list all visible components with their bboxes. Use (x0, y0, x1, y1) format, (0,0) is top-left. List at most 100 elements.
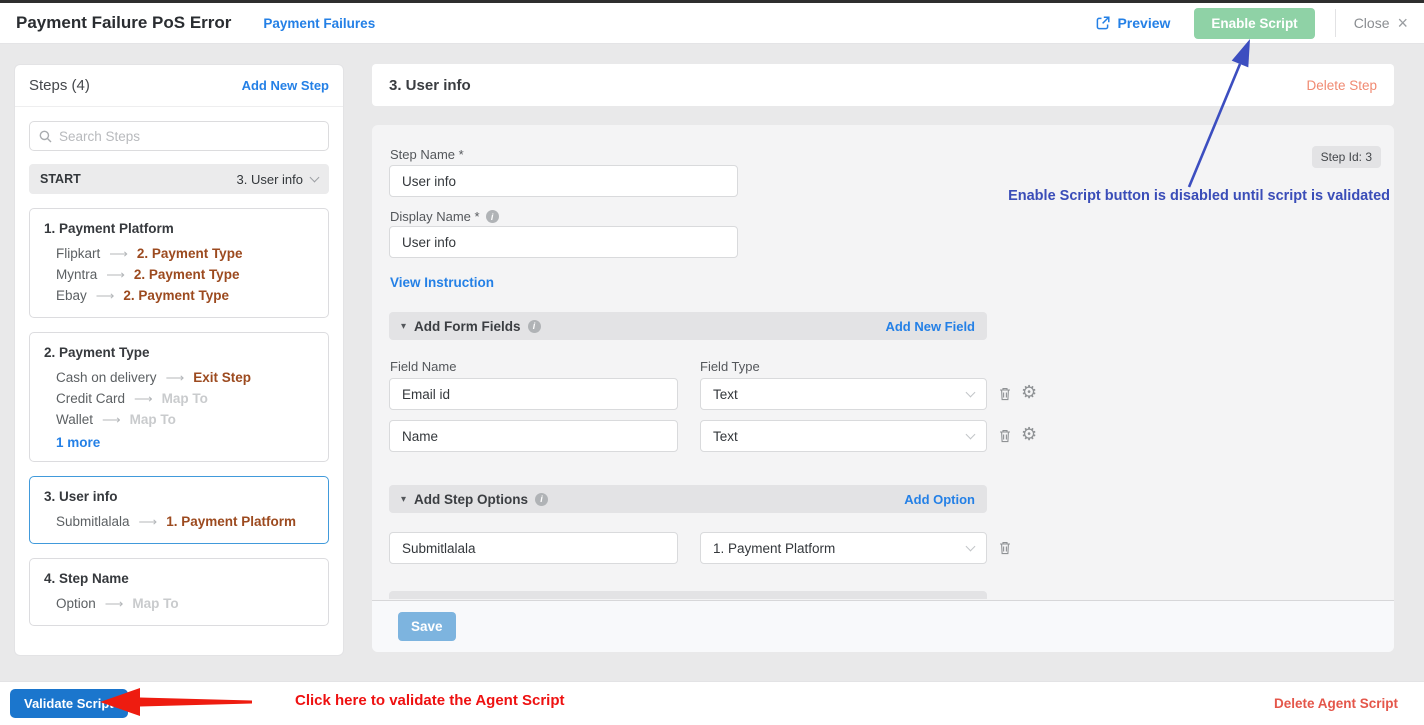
field-name-input[interactable] (389, 378, 678, 410)
steps-count-title: Steps (4) (29, 77, 90, 94)
preview-label: Preview (1117, 15, 1170, 31)
collapsed-section-bar-partial (389, 591, 987, 599)
close-label: Close (1354, 15, 1390, 31)
info-icon: i (486, 210, 499, 223)
field-type-select[interactable]: Text (700, 420, 987, 452)
option-target-select[interactable]: 1. Payment Platform (700, 532, 987, 564)
gear-icon: ⚙ (1021, 383, 1037, 401)
step-card-title: 2. Payment Type (44, 345, 314, 360)
display-name-input[interactable] (389, 226, 738, 258)
gear-icon: ⚙ (1021, 425, 1037, 443)
step-card-user-info[interactable]: 3. User info Submitlalala ⟶ 1. Payment P… (29, 476, 329, 544)
add-form-fields-section-bar[interactable]: ▾ Add Form Fields i Add New Field (389, 312, 987, 340)
steps-header: Steps (4) Add New Step (15, 65, 343, 107)
topbar-actions: Preview Enable Script Close × (1096, 8, 1408, 39)
step-card-step-name[interactable]: 4. Step Name Option ⟶ Map To (29, 558, 329, 626)
start-step-value: 3. User info (237, 172, 303, 187)
step-card-payment-type[interactable]: 2. Payment Type Cash on delivery ⟶ Exit … (29, 332, 329, 462)
maps-to-arrow-icon: ⟶ (96, 288, 115, 304)
step-option-row: Ebay ⟶ 2. Payment Type (44, 285, 314, 306)
preview-icon (1096, 16, 1110, 30)
maps-to-arrow-icon: ⟶ (105, 596, 124, 612)
enable-script-button[interactable]: Enable Script (1194, 8, 1314, 39)
field-name-input[interactable] (389, 420, 678, 452)
step-option-row: Option ⟶ Map To (44, 593, 314, 614)
field-name-column-label: Field Name (390, 359, 456, 374)
info-icon: i (535, 493, 548, 506)
delete-option-button[interactable] (997, 540, 1013, 556)
delete-agent-script-link[interactable]: Delete Agent Script (1274, 696, 1398, 711)
option-target: 2. Payment Type (123, 288, 229, 303)
maps-to-arrow-icon: ⟶ (139, 514, 158, 530)
search-steps-input[interactable] (59, 129, 319, 144)
add-new-step-button[interactable]: Add New Step (242, 78, 329, 93)
view-instruction-link[interactable]: View Instruction (390, 275, 494, 290)
option-label-input[interactable] (389, 532, 678, 564)
step-detail-header: 3. User info Delete Step (372, 64, 1394, 106)
close-button[interactable]: Close × (1354, 14, 1408, 32)
option-target-unmapped: Map To (162, 391, 208, 406)
preview-button[interactable]: Preview (1096, 15, 1170, 31)
chevron-down-icon (966, 541, 976, 551)
caret-down-icon: ▾ (401, 321, 406, 332)
chevron-down-icon (966, 387, 976, 397)
delete-step-button[interactable]: Delete Step (1306, 78, 1377, 93)
chevron-down-icon (310, 172, 320, 182)
page-title: Payment Failure PoS Error (16, 13, 231, 33)
field-type-column-label: Field Type (700, 359, 760, 374)
step-name-input[interactable] (389, 165, 738, 197)
field-settings-button[interactable]: ⚙ (1021, 425, 1037, 443)
chevron-down-icon (966, 429, 976, 439)
show-more-options-link[interactable]: 1 more (56, 435, 314, 450)
option-target: 2. Payment Type (137, 246, 243, 261)
step-option-row: Wallet ⟶ Map To (44, 409, 314, 430)
step-detail-card: Step Id: 3 Step Name * Display Name * i … (372, 125, 1394, 652)
info-icon: i (528, 320, 541, 333)
close-icon: × (1397, 14, 1408, 32)
delete-field-button[interactable] (997, 386, 1013, 402)
breadcrumb[interactable]: Payment Failures (263, 16, 375, 31)
add-step-options-section-bar[interactable]: ▾ Add Step Options i Add Option (389, 485, 987, 513)
option-target: 1. Payment Platform (166, 514, 296, 529)
trash-icon (997, 540, 1013, 556)
maps-to-arrow-icon: ⟶ (166, 370, 185, 386)
step-option-row: Credit Card ⟶ Map To (44, 388, 314, 409)
step-option-row: Cash on delivery ⟶ Exit Step (44, 367, 314, 388)
steps-sidebar: Steps (4) Add New Step START 3. User inf… (14, 64, 344, 656)
start-label: START (40, 172, 81, 186)
bottom-action-bar: Validate Script Delete Agent Script (0, 681, 1424, 725)
step-card-title: 4. Step Name (44, 571, 314, 586)
step-id-badge: Step Id: 3 (1312, 146, 1381, 168)
step-option-row: Flipkart ⟶ 2. Payment Type (44, 243, 314, 264)
top-header: Payment Failure PoS Error Payment Failur… (0, 3, 1424, 44)
add-new-field-button[interactable]: Add New Field (885, 319, 975, 334)
option-target: Exit Step (193, 370, 251, 385)
step-option-row: Myntra ⟶ 2. Payment Type (44, 264, 314, 285)
trash-icon (997, 386, 1013, 402)
annotation-red-text: Click here to validate the Agent Script (295, 692, 565, 709)
step-name-label: Step Name * (390, 147, 464, 162)
step-option-row: Submitlalala ⟶ 1. Payment Platform (44, 511, 314, 532)
step-detail-title: 3. User info (389, 77, 471, 94)
field-settings-button[interactable]: ⚙ (1021, 383, 1037, 401)
save-button[interactable]: Save (398, 612, 456, 641)
delete-field-button[interactable] (997, 428, 1013, 444)
step-detail-footer: Save (372, 600, 1394, 652)
maps-to-arrow-icon: ⟶ (109, 246, 128, 262)
trash-icon (997, 428, 1013, 444)
section-title: Add Form Fields (414, 319, 521, 334)
validate-script-button[interactable]: Validate Script (10, 689, 128, 718)
display-name-label: Display Name * i (390, 209, 499, 224)
step-card-title: 3. User info (44, 489, 314, 504)
option-target-unmapped: Map To (132, 596, 178, 611)
search-steps-box (29, 121, 329, 151)
section-title: Add Step Options (414, 492, 528, 507)
option-target-unmapped: Map To (130, 412, 176, 427)
maps-to-arrow-icon: ⟶ (102, 412, 121, 428)
add-option-button[interactable]: Add Option (904, 492, 975, 507)
maps-to-arrow-icon: ⟶ (134, 391, 153, 407)
field-type-select[interactable]: Text (700, 378, 987, 410)
start-step-selector[interactable]: START 3. User info (29, 164, 329, 194)
step-card-payment-platform[interactable]: 1. Payment Platform Flipkart ⟶ 2. Paymen… (29, 208, 329, 318)
option-target: 2. Payment Type (134, 267, 240, 282)
